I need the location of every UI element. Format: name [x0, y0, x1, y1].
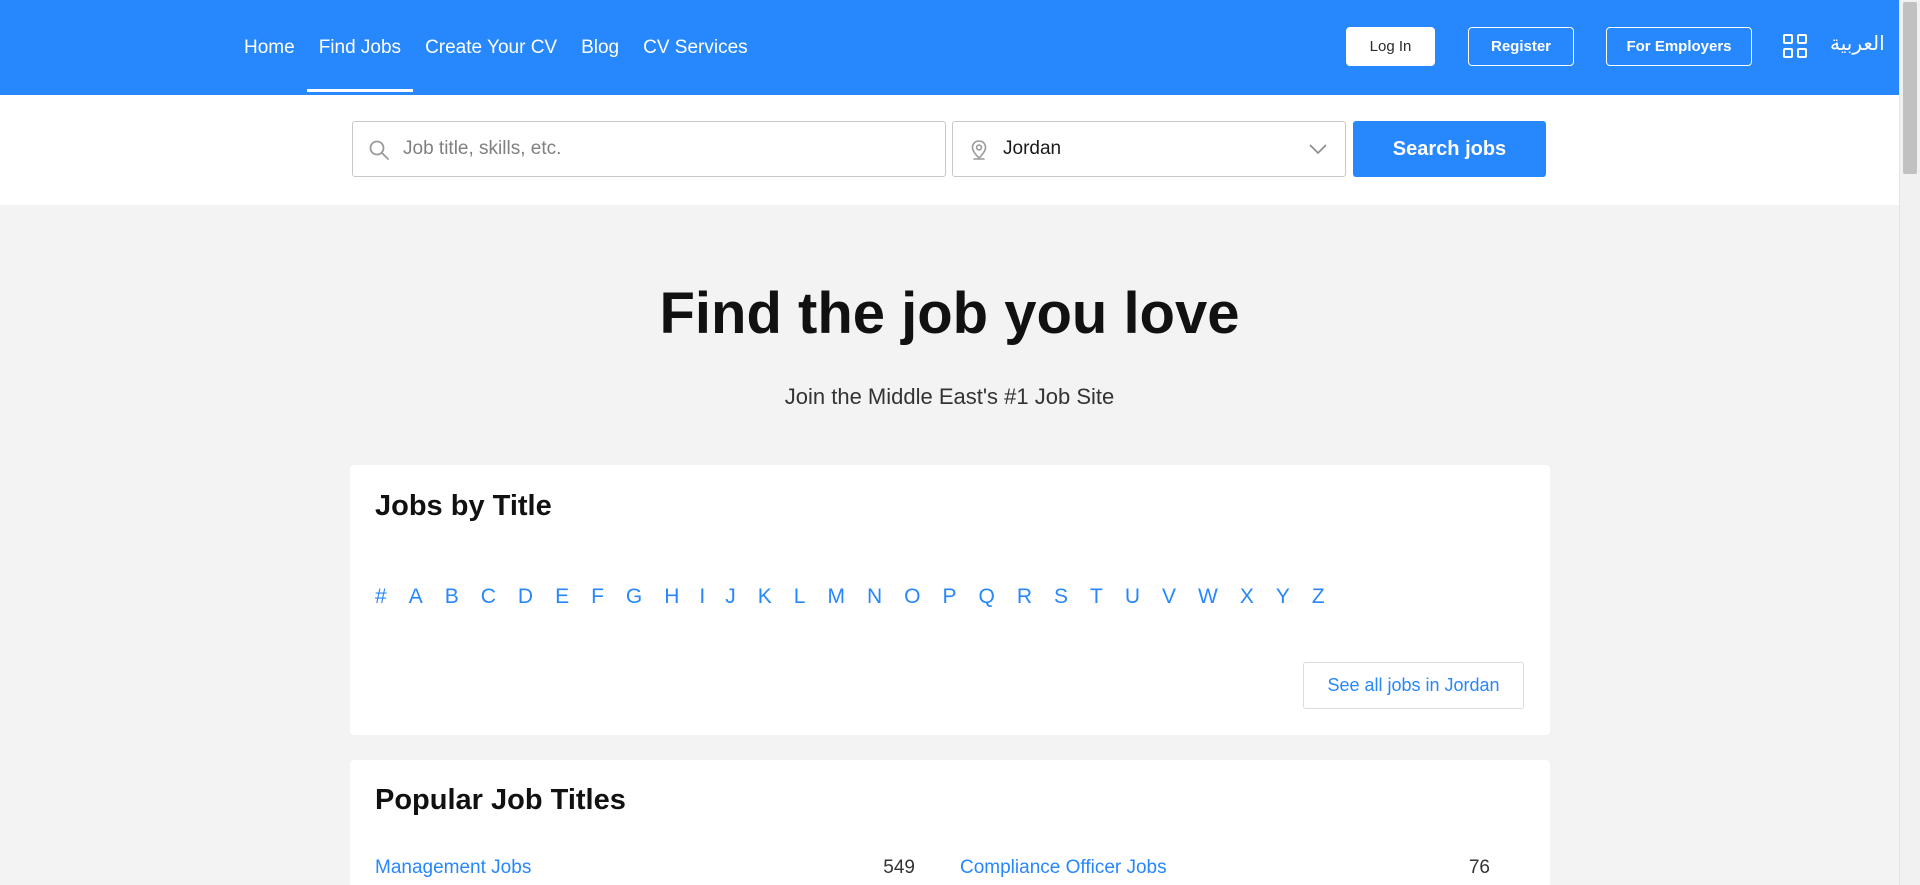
page: Home Find Jobs Create Your CV Blog CV Se…	[0, 0, 1899, 885]
letter-link[interactable]: Z	[1312, 585, 1325, 609]
letter-link[interactable]: O	[904, 585, 920, 609]
register-button[interactable]: Register	[1468, 27, 1574, 66]
keyword-field[interactable]	[352, 121, 946, 177]
letter-link[interactable]: E	[555, 585, 569, 609]
nav-home[interactable]: Home	[232, 0, 307, 95]
nav-blog[interactable]: Blog	[569, 0, 631, 95]
list-item: Management Jobs 549	[375, 857, 935, 879]
letter-link[interactable]: #	[375, 585, 387, 609]
hero-subtitle: Join the Middle East's #1 Job Site	[784, 384, 1115, 409]
nav-create-cv[interactable]: Create Your CV	[413, 0, 569, 95]
letter-link[interactable]: T	[1090, 585, 1103, 609]
search-bar: Jordan Search jobs	[0, 95, 1899, 205]
see-all-jobs-button[interactable]: See all jobs in Jordan	[1303, 662, 1524, 709]
top-header: Home Find Jobs Create Your CV Blog CV Se…	[0, 0, 1899, 95]
letter-link[interactable]: S	[1054, 585, 1068, 609]
letter-link[interactable]: W	[1198, 585, 1218, 609]
login-button[interactable]: Log In	[1346, 27, 1435, 66]
keyword-input[interactable]	[403, 122, 923, 176]
job-count: 76	[1468, 857, 1490, 878]
search-jobs-button[interactable]: Search jobs	[1353, 121, 1546, 177]
search-icon	[369, 140, 389, 160]
jobs-by-title-heading: Jobs by Title	[375, 490, 552, 522]
letter-link[interactable]: M	[827, 585, 845, 609]
letter-link[interactable]: U	[1125, 585, 1140, 609]
vertical-scrollbar[interactable]	[1899, 0, 1920, 885]
popular-job-titles-heading: Popular Job Titles	[375, 784, 626, 816]
chevron-down-icon	[1309, 144, 1327, 155]
location-value: Jordan	[1003, 138, 1062, 159]
letter-link[interactable]: J	[725, 585, 736, 609]
popular-job-titles-card: Popular Job Titles Management Jobs 549 C…	[350, 760, 1550, 885]
letter-link[interactable]: Q	[979, 585, 995, 609]
for-employers-button[interactable]: For Employers	[1606, 27, 1752, 66]
job-count: 549	[883, 857, 915, 878]
letter-link[interactable]: Y	[1276, 585, 1290, 609]
letter-link[interactable]: K	[758, 585, 772, 609]
nav-cv-services[interactable]: CV Services	[631, 0, 760, 95]
letter-link[interactable]: G	[626, 585, 642, 609]
hero-title: Find the job you love	[659, 281, 1240, 346]
letter-link[interactable]: I	[699, 585, 705, 609]
apps-grid-icon[interactable]	[1783, 34, 1807, 58]
alphabet-index: # A B C D E F G H I J K L M N O P Q R S T U V W X Y Z	[375, 585, 1347, 609]
letter-link[interactable]: L	[794, 585, 806, 609]
letter-link[interactable]: F	[591, 585, 604, 609]
letter-link[interactable]: C	[481, 585, 496, 609]
job-title-link[interactable]: Management Jobs	[375, 857, 531, 878]
letter-link[interactable]: H	[664, 585, 679, 609]
letter-link[interactable]: X	[1240, 585, 1254, 609]
jobs-by-title-card: Jobs by Title # A B C D E F G H I J K L M N O P Q R S T U V W X Y…	[350, 465, 1550, 735]
letter-link[interactable]: V	[1162, 585, 1176, 609]
nav-find-jobs[interactable]: Find Jobs	[306, 0, 414, 95]
letter-link[interactable]: D	[518, 585, 533, 609]
letter-link[interactable]: P	[942, 585, 956, 609]
location-pin-icon	[971, 140, 987, 160]
list-item: Compliance Officer Jobs 76	[960, 857, 1520, 879]
letter-link[interactable]: R	[1017, 585, 1032, 609]
main-nav: Home Find Jobs Create Your CV Blog CV Se…	[232, 0, 760, 95]
language-switch[interactable]: العربية	[1830, 31, 1885, 55]
letter-link[interactable]: B	[445, 585, 459, 609]
job-title-link[interactable]: Compliance Officer Jobs	[960, 857, 1167, 878]
location-select[interactable]: Jordan	[952, 121, 1346, 177]
letter-link[interactable]: N	[867, 585, 882, 609]
scrollbar-thumb[interactable]	[1903, 2, 1917, 174]
letter-link[interactable]: A	[409, 585, 423, 609]
